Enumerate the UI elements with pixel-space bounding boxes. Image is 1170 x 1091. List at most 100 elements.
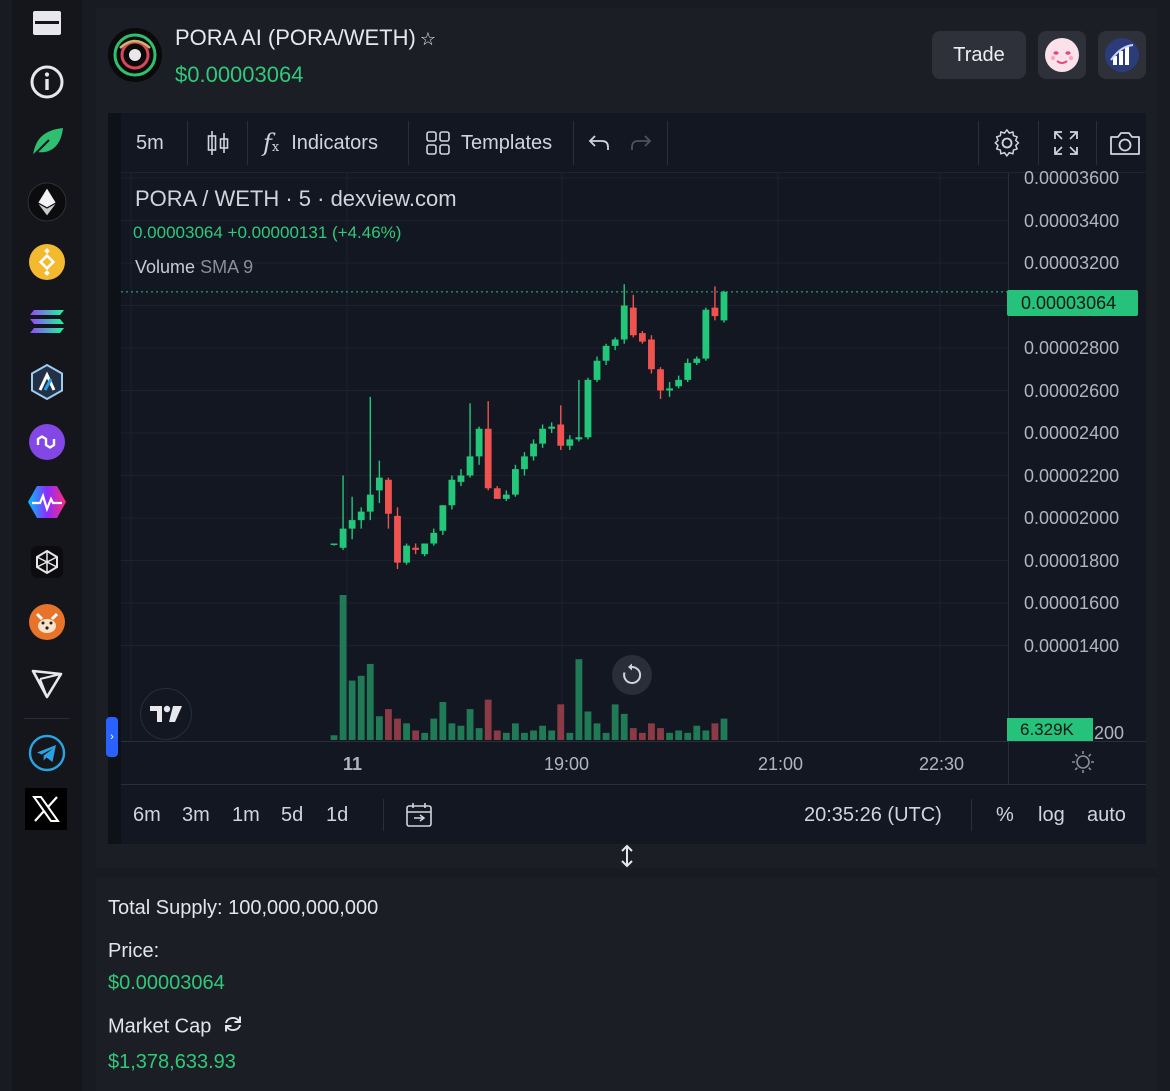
volume-bar — [675, 730, 683, 740]
candle-body — [475, 428, 483, 457]
price-chart[interactable]: 5m fx Indicators Templates PORA / WETH ·… — [106, 113, 1146, 845]
leaf-icon[interactable] — [27, 122, 67, 162]
volume-bar — [566, 732, 574, 740]
volume-bar — [684, 732, 692, 740]
volume-bar — [339, 595, 347, 740]
volume-bar — [484, 699, 492, 740]
time-axis[interactable]: 11 19:00 21:00 22:30 — [121, 741, 1146, 784]
pulsechain-icon[interactable] — [27, 482, 67, 522]
volume-bar — [511, 723, 519, 740]
x-icon[interactable] — [25, 788, 67, 830]
time-tick-label: 19:00 — [544, 754, 590, 774]
range-button-6m[interactable]: 6m — [133, 785, 161, 845]
info-icon[interactable] — [27, 62, 67, 102]
range-button-1d[interactable]: 1d — [326, 785, 348, 845]
volume-bar — [330, 735, 338, 740]
candle-body — [330, 543, 338, 545]
volume-bar — [430, 718, 438, 740]
market-cap-value: $1,378,633.93 — [108, 1051, 236, 1073]
market-cap-label-text: Market Cap — [108, 1015, 212, 1038]
price-label: Price: — [108, 940, 160, 962]
undo-icon[interactable] — [587, 113, 611, 173]
volume-bar — [711, 723, 719, 740]
settings-gear-icon[interactable] — [992, 113, 1022, 173]
favorite-star-icon[interactable]: ☆ — [420, 29, 436, 49]
price-tick-label: 0.00001600 — [1024, 593, 1120, 613]
pair-title: PORA AI (PORA/WETH) ☆ — [175, 25, 436, 51]
log-scale-toggle[interactable]: log — [1038, 785, 1065, 845]
candle-body — [593, 360, 601, 380]
bnb-icon[interactable] — [27, 242, 67, 282]
resize-vertical-icon[interactable] — [616, 844, 638, 868]
shiba-icon[interactable] — [27, 602, 67, 642]
candle-body — [648, 339, 655, 370]
axis-settings-icon[interactable] — [1071, 750, 1095, 779]
candle-body — [493, 488, 501, 499]
expand-drawing-tools-handle[interactable]: › — [106, 717, 118, 757]
price-tick-label: 0.00003400 — [1024, 210, 1120, 231]
price-tick-label: 0.00002200 — [1024, 465, 1120, 486]
mascot-avatar-icon[interactable] — [1038, 31, 1086, 79]
candle-body — [548, 426, 556, 429]
tron-icon[interactable] — [27, 662, 67, 702]
ethereum-icon[interactable] — [27, 182, 67, 222]
candle-body — [366, 494, 374, 512]
candle-body — [502, 494, 510, 499]
total-supply: Total Supply: 100,000,000,000 — [108, 897, 379, 919]
candle-body — [566, 439, 574, 446]
redo-icon[interactable] — [629, 113, 653, 173]
volume-bar — [466, 709, 474, 740]
indicators-label: Indicators — [291, 131, 378, 154]
volume-value-label: 6.329K — [1007, 718, 1093, 742]
templates-label: Templates — [461, 131, 553, 154]
volume-bar — [502, 732, 510, 740]
candles-type-icon[interactable] — [205, 113, 231, 173]
candle-body — [466, 456, 474, 476]
trade-button[interactable]: Trade — [932, 31, 1026, 79]
solana-icon[interactable] — [27, 302, 67, 342]
volume-bar — [657, 728, 664, 740]
reset-chart-icon[interactable] — [612, 655, 652, 695]
telegram-icon[interactable] — [27, 733, 67, 773]
utc-clock[interactable]: 20:35:26 (UTC) — [804, 785, 942, 845]
interval-selector[interactable]: 5m — [136, 113, 164, 173]
arbitrum-icon[interactable] — [27, 362, 67, 402]
indicators-button[interactable]: fx Indicators — [263, 113, 378, 173]
price-tick-label: 0.00001400 — [1024, 635, 1120, 656]
wallet-icon[interactable] — [27, 4, 67, 44]
volume-bar — [385, 709, 392, 740]
volume-bar — [702, 730, 710, 740]
candle-body — [657, 369, 664, 391]
volume-bar — [611, 704, 619, 740]
dark-chain-icon[interactable] — [27, 542, 67, 582]
candle-body — [430, 532, 438, 544]
percent-scale-toggle[interactable]: % — [996, 785, 1014, 845]
volume-bar — [521, 732, 528, 740]
auto-scale-toggle[interactable]: auto — [1087, 785, 1126, 845]
chain-sidebar — [12, 0, 82, 1091]
analytics-chart-icon[interactable] — [1098, 31, 1146, 79]
volume-bar — [539, 725, 547, 740]
candle-body — [711, 307, 719, 317]
candlestick-plot[interactable] — [121, 173, 1008, 741]
tradingview-logo-icon[interactable] — [140, 688, 192, 740]
price-tick-label: 0.00003600 — [1024, 168, 1120, 188]
volume-bar — [629, 728, 637, 740]
candle-body — [357, 511, 365, 521]
templates-button[interactable]: Templates — [425, 113, 552, 173]
price-axis[interactable]: 0.00001400 0.00001600 0.00001800 0.00002000… — [1007, 168, 1146, 743]
screenshot-camera-icon[interactable] — [1108, 113, 1142, 173]
volume-bar — [584, 711, 592, 740]
fullscreen-icon[interactable] — [1052, 113, 1080, 173]
volume-bar — [575, 659, 583, 740]
range-button-3m[interactable]: 3m — [182, 785, 210, 845]
go-to-date-icon[interactable] — [405, 785, 433, 845]
range-button-5d[interactable]: 5d — [281, 785, 303, 845]
candle-body — [375, 477, 383, 491]
refresh-icon[interactable] — [223, 1015, 243, 1039]
volume-bar — [394, 718, 401, 740]
volume-bar — [448, 723, 456, 740]
candle-body — [675, 379, 683, 387]
polygon-icon[interactable] — [27, 422, 67, 462]
range-button-1m[interactable]: 1m — [232, 785, 260, 845]
